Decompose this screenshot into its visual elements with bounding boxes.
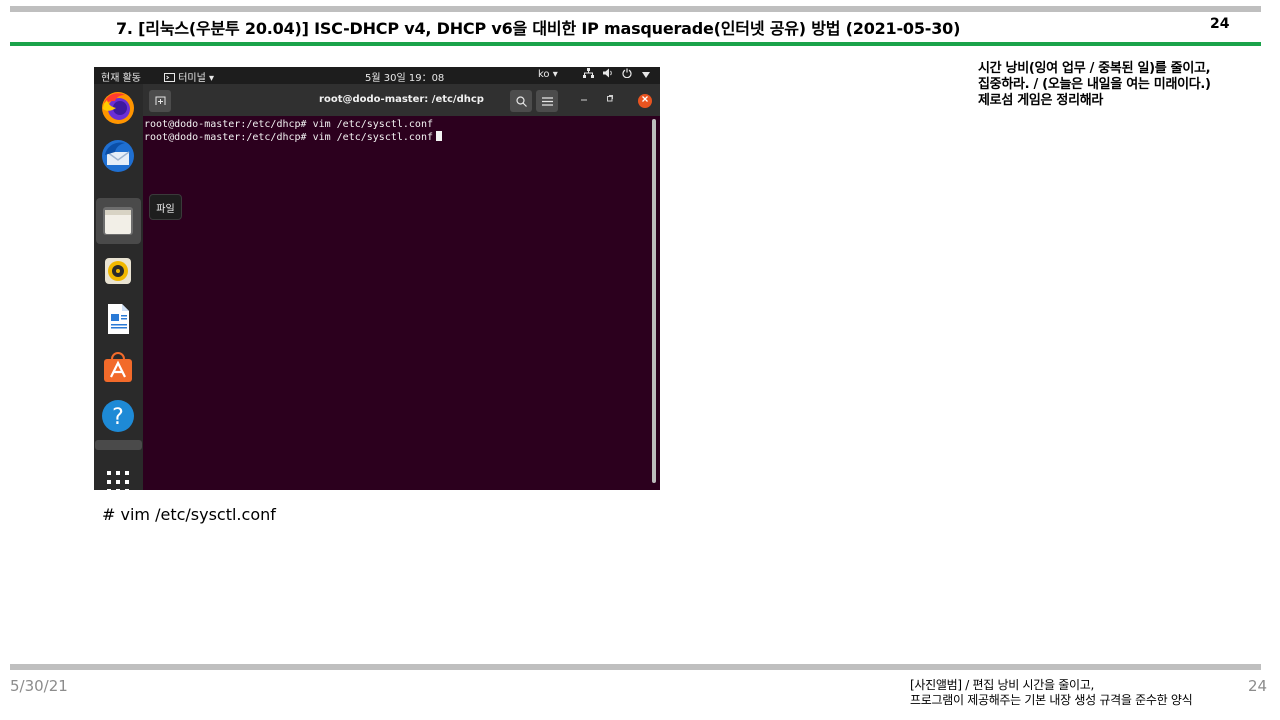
- footer-line: 프로그램이 제공해주는 기본 내장 생성 규격을 준수한 양식: [910, 693, 1193, 707]
- system-tray[interactable]: [583, 68, 650, 81]
- maximize-button[interactable]: [606, 92, 614, 105]
- svg-text:?: ?: [112, 405, 124, 430]
- document-icon: [108, 304, 129, 334]
- top-divider: [10, 6, 1261, 12]
- header-page-number: 24: [1210, 16, 1230, 32]
- dock-item-ubuntu-software[interactable]: [101, 350, 135, 384]
- minimize-icon: [581, 99, 587, 101]
- slide-title: 7. [리눅스(우분투 20.04)] ISC-DHCP v4, DHCP v6…: [116, 19, 961, 38]
- dock-item-thunderbird[interactable]: [101, 139, 135, 173]
- footer-text: [사진앨범] / 편집 낭비 시간을 줄이고, 프로그램이 제공해주는 기본 내…: [910, 678, 1193, 708]
- speaker-icon: [105, 258, 131, 284]
- app-menu[interactable]: 터미널 ▾: [164, 69, 214, 84]
- bottom-divider: [10, 664, 1261, 670]
- dock-item-firefox[interactable]: [101, 91, 135, 125]
- text-cursor: [435, 131, 442, 141]
- footer-page-number: 24: [1248, 677, 1268, 695]
- dock: ?: [94, 84, 143, 490]
- chevron-down-icon: [641, 72, 650, 78]
- app-grid-icon: [107, 471, 129, 490]
- input-method-menu[interactable]: ko ▾: [538, 69, 558, 80]
- activities-button[interactable]: 현재 활동: [101, 69, 141, 84]
- dock-item-help[interactable]: ?: [101, 399, 135, 433]
- search-button[interactable]: [510, 90, 532, 112]
- side-note: 시간 낭비(잉여 업무 / 중복된 일)를 줄이고, 집중하라. / (오늘은 …: [978, 61, 1268, 109]
- dock-tooltip: 파일: [149, 194, 182, 220]
- screenshot-caption: # vim /etc/sysctl.conf: [102, 505, 276, 524]
- help-icon: ?: [102, 400, 134, 432]
- firefox-icon: [102, 92, 134, 124]
- close-button[interactable]: [638, 94, 652, 108]
- restore-icon: [607, 95, 613, 102]
- note-line: 시간 낭비(잉여 업무 / 중복된 일)를 줄이고,: [978, 61, 1211, 76]
- app-menu-label: 터미널 ▾: [178, 73, 214, 84]
- note-line: 제로섬 게임은 정리해라: [978, 93, 1104, 108]
- hamburger-icon: [541, 96, 553, 106]
- close-icon: [642, 96, 648, 102]
- dock-separator: [95, 440, 142, 450]
- dock-item-writer[interactable]: [101, 302, 135, 336]
- footer-date: 5/30/21: [10, 677, 68, 695]
- folder-icon: [103, 207, 133, 235]
- terminal-icon: [164, 73, 175, 82]
- network-icon: [583, 68, 594, 78]
- menu-button[interactable]: [536, 90, 558, 112]
- terminal-scrollbar[interactable]: [652, 119, 656, 483]
- search-icon: [515, 95, 527, 107]
- terminal-output[interactable]: root@dodo-master:/etc/dhcp# vim /etc/sys…: [144, 119, 649, 487]
- terminal-header-bar: root@dodo-master: /etc/dhcp: [143, 84, 660, 116]
- show-applications-button[interactable]: [101, 465, 135, 490]
- terminal-line-text: root@dodo-master:/etc/dhcp# vim /etc/sys…: [144, 132, 433, 143]
- terminal-line: root@dodo-master:/etc/dhcp# vim /etc/sys…: [144, 119, 433, 130]
- power-icon: [622, 68, 632, 79]
- thunderbird-icon: [102, 140, 134, 172]
- footer-line: [사진앨범] / 편집 낭비 시간을 줄이고,: [910, 678, 1094, 692]
- volume-icon: [603, 68, 612, 78]
- dock-item-rhythmbox[interactable]: [101, 254, 135, 288]
- dock-item-files[interactable]: [101, 204, 135, 238]
- note-line: 집중하라. / (오늘은 내일을 여는 미래이다.): [978, 77, 1211, 92]
- minimize-button[interactable]: [580, 92, 588, 105]
- software-store-icon: [104, 352, 132, 382]
- ubuntu-screenshot: 현재 활동 터미널 ▾ 5월 30일 19：08 ko ▾ ? root@dod…: [94, 67, 660, 490]
- terminal-line: root@dodo-master:/etc/dhcp# vim /etc/sys…: [144, 131, 649, 144]
- clock[interactable]: 5월 30일 19：08: [365, 69, 444, 84]
- gnome-top-bar: 현재 활동 터미널 ▾ 5월 30일 19：08 ko ▾: [94, 67, 660, 84]
- title-underline: [10, 42, 1261, 46]
